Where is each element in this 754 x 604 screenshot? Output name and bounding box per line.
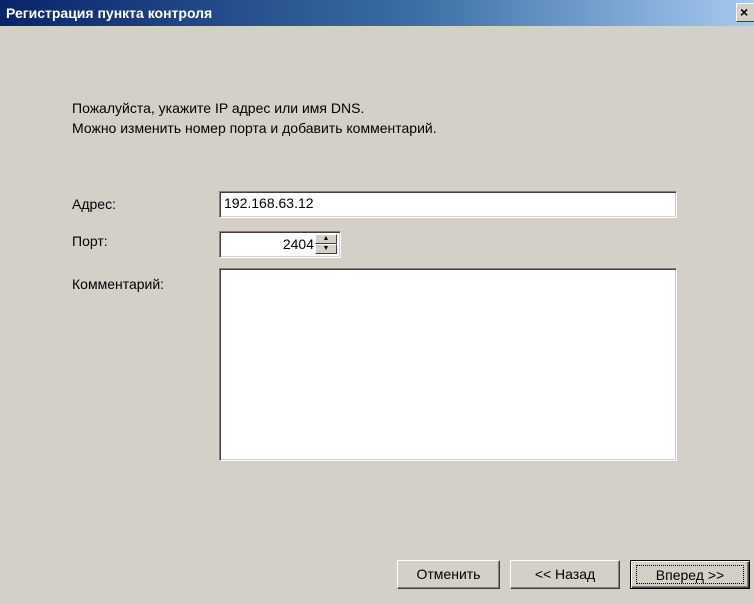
port-value[interactable]: 2404 <box>224 236 314 252</box>
instructions-line-2: Можно изменить номер порта и добавить ко… <box>72 120 437 136</box>
port-label: Порт: <box>72 233 108 249</box>
address-label: Адрес: <box>72 196 116 212</box>
cancel-button[interactable]: Отменить <box>397 560 500 589</box>
close-icon[interactable]: × <box>736 3 754 22</box>
spin-up-icon[interactable]: ▲ <box>315 234 337 244</box>
port-stepper[interactable]: 2404 ▲ ▼ <box>219 231 341 258</box>
next-button-label: Вперед >> <box>636 565 744 584</box>
spin-down-icon[interactable]: ▼ <box>315 244 337 254</box>
back-button[interactable]: << Назад <box>510 560 620 589</box>
instructions-text: Пожалуйста, укажите IP адрес или имя DNS… <box>72 98 437 138</box>
address-input[interactable]: 192.168.63.12 <box>219 191 677 218</box>
window-title: Регистрация пункта контроля <box>6 5 213 21</box>
dialog-window: Регистрация пункта контроля × Пожалуйста… <box>0 0 754 604</box>
next-button[interactable]: Вперед >> <box>630 560 750 589</box>
port-spin-buttons: ▲ ▼ <box>315 234 337 255</box>
comment-label: Комментарий: <box>72 276 165 292</box>
instructions-line-1: Пожалуйста, укажите IP адрес или имя DNS… <box>72 100 365 116</box>
comment-textarea[interactable] <box>219 268 677 461</box>
title-bar[interactable]: Регистрация пункта контроля × <box>0 0 754 26</box>
